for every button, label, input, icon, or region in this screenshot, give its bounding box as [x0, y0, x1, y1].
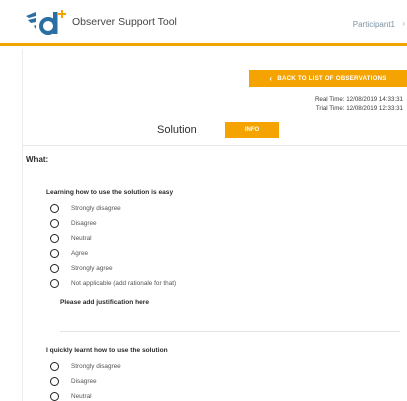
radio-option-label: Strongly agree [71, 265, 113, 272]
participant-menu[interactable]: Participant1 [353, 20, 395, 29]
info-button[interactable]: INFO [225, 122, 279, 138]
radio-button[interactable] [50, 249, 59, 258]
trial-time-readout: Trial Time: 12/08/2019 12:33:31 [315, 105, 403, 112]
radio-option-label: Agree [71, 250, 89, 257]
radio-button[interactable] [50, 219, 59, 228]
radio-button[interactable] [50, 362, 59, 371]
back-to-list-label: BACK TO LIST OF OBSERVATIONS [277, 75, 387, 82]
justification-input[interactable] [60, 314, 400, 332]
radio-option-strongly-disagree[interactable]: Strongly disagree [50, 361, 121, 372]
app-title: Observer Support Tool [72, 16, 177, 28]
radio-option-label: Strongly disagree [71, 363, 121, 370]
radio-option-disagree[interactable]: Disagree [50, 218, 97, 229]
section-divider [22, 145, 407, 146]
radio-button[interactable] [50, 264, 59, 273]
radio-button[interactable] [50, 204, 59, 213]
radio-option-strongly-disagree[interactable]: Strongly disagree [50, 203, 121, 214]
radio-option-label: Disagree [71, 220, 97, 227]
chevron-down-icon[interactable]: › [402, 19, 405, 28]
radio-option-label: Neutral [71, 235, 92, 242]
radio-option-label: Not applicable (add rationale for that) [71, 280, 177, 287]
radio-button[interactable] [50, 279, 59, 288]
chevron-left-icon: ‹ [269, 74, 273, 83]
radio-option-disagree[interactable]: Disagree [50, 376, 97, 387]
logo-icon [26, 10, 66, 35]
question-title: I quickly learnt how to use the solution [46, 347, 168, 354]
back-to-list-button[interactable]: ‹ BACK TO LIST OF OBSERVATIONS [249, 70, 407, 87]
section-label: What: [26, 155, 49, 164]
solution-label: Solution [157, 124, 197, 136]
radio-button[interactable] [50, 234, 59, 243]
radio-button[interactable] [50, 392, 59, 401]
real-time-readout: Real Time: 12/08/2019 14:33:31 [314, 96, 403, 103]
radio-option-agree[interactable]: Agree [50, 248, 88, 259]
question-title: Learning how to use the solution is easy [46, 189, 174, 196]
radio-button[interactable] [50, 377, 59, 386]
radio-option-strongly-agree[interactable]: Strongly agree [50, 263, 113, 274]
radio-option-label: Disagree [71, 378, 97, 385]
radio-option-not-applicable[interactable]: Not applicable (add rationale for that) [50, 278, 176, 289]
app-header: Observer Support Tool Participant1 › [0, 0, 407, 46]
radio-option-neutral[interactable]: Neutral [50, 233, 92, 244]
radio-option-label: Neutral [71, 393, 92, 400]
justification-label: Please add justification here [60, 299, 150, 306]
radio-option-label: Strongly disagree [71, 205, 121, 212]
radio-option-neutral[interactable]: Neutral [50, 391, 92, 401]
